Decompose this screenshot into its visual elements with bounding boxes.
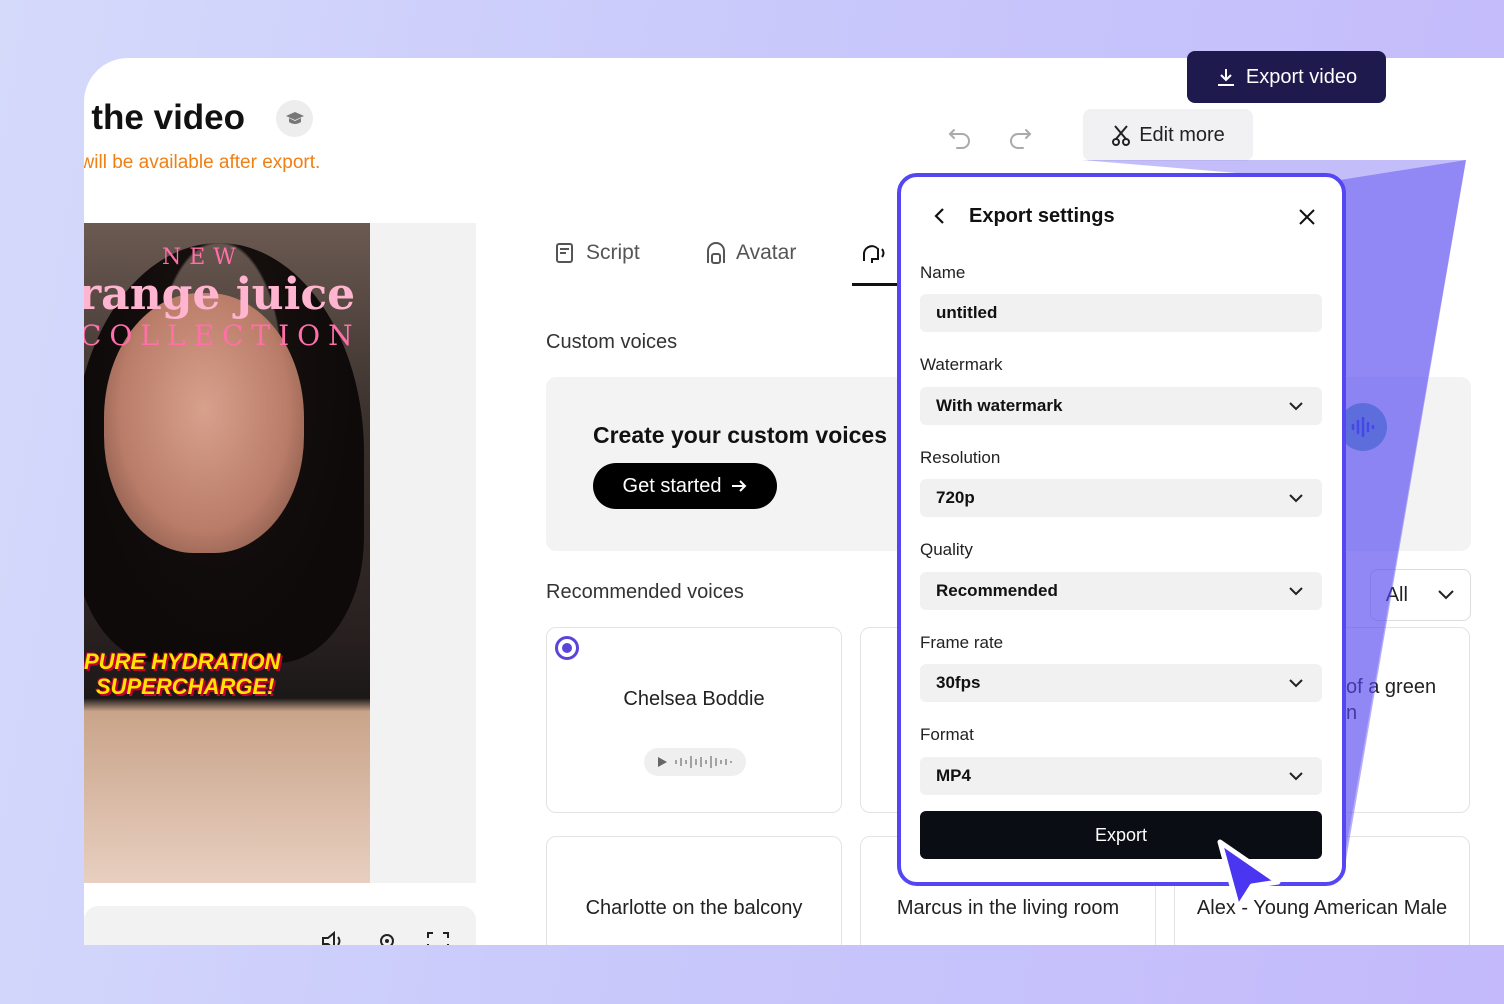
format-value: MP4 xyxy=(936,766,971,785)
graduation-cap-icon xyxy=(285,111,304,124)
get-started-label: Get started xyxy=(622,474,722,497)
video-caption-line1: PURE HYDRATION xyxy=(84,649,281,674)
waveform-icon xyxy=(675,756,732,768)
page-title: t the video xyxy=(84,98,246,137)
voice-preview-button[interactable] xyxy=(644,748,746,776)
active-tab-indicator xyxy=(852,283,902,286)
watermark-label: Watermark xyxy=(920,355,1003,374)
tutorial-button[interactable] xyxy=(276,100,313,137)
resolution-value: 720p xyxy=(936,488,975,507)
custom-voices-title: Create your custom voices xyxy=(593,422,888,448)
voice-name-partial: of a green xyxy=(1346,676,1437,698)
volume-icon[interactable] xyxy=(320,930,346,945)
name-value: untitled xyxy=(936,303,998,322)
export-video-label: Export video xyxy=(1245,65,1358,88)
tab-voice[interactable] xyxy=(860,241,896,265)
chevron-down-icon xyxy=(1289,494,1303,503)
chevron-down-icon xyxy=(1438,590,1455,600)
player-controls xyxy=(84,906,476,945)
resolution-select[interactable]: 720p xyxy=(920,479,1322,517)
play-icon xyxy=(658,757,667,767)
watermark-value: With watermark xyxy=(936,396,1063,415)
get-started-button[interactable]: Get started xyxy=(593,463,777,509)
export-button-label: Export xyxy=(1094,824,1148,845)
quality-value: Recommended xyxy=(936,581,1058,600)
tab-avatar[interactable]: Avatar xyxy=(704,241,796,265)
name-label: Name xyxy=(920,263,966,282)
voice-wave-badge xyxy=(1339,403,1387,451)
quality-label: Quality xyxy=(920,540,973,559)
mouse-pointer-icon xyxy=(1217,839,1281,910)
scissors-icon xyxy=(1112,125,1131,146)
back-chevron-icon[interactable] xyxy=(929,205,951,227)
custom-voices-heading: Custom voices xyxy=(546,331,678,353)
chevron-down-icon xyxy=(1289,402,1303,411)
edit-more-button[interactable]: Edit more xyxy=(1083,109,1253,161)
chevron-down-icon xyxy=(1289,587,1303,596)
voice-icon xyxy=(863,245,885,263)
chevron-down-icon xyxy=(1289,679,1303,688)
frame-rate-value: 30fps xyxy=(936,673,981,692)
video-overlay-title: range juice xyxy=(84,269,356,320)
quality-select[interactable]: Recommended xyxy=(920,572,1322,610)
frame-rate-label: Frame rate xyxy=(920,633,1004,652)
waveform-icon xyxy=(1351,417,1375,437)
voice-card[interactable]: Chelsea Boddie xyxy=(546,627,842,813)
script-icon xyxy=(556,243,573,263)
video-caption-line2: SUPERCHARGE! xyxy=(96,674,275,699)
voice-filter-select[interactable]: All xyxy=(1370,569,1471,621)
video-overlay-new: NEW xyxy=(162,245,244,270)
format-label: Format xyxy=(920,725,974,744)
voice-filter-value: All xyxy=(1385,583,1408,606)
video-preview[interactable]: NEW range juice COLLECTION PURE HYDRATIO… xyxy=(84,223,370,883)
frame-rate-select[interactable]: 30fps xyxy=(920,664,1322,702)
export-notice: : will be available after export. xyxy=(84,152,321,173)
voice-name: Marcus in the living room xyxy=(896,897,1120,919)
voice-card[interactable]: Charlotte on the balcony xyxy=(546,836,842,945)
export-video-button[interactable]: Export video xyxy=(1187,51,1386,103)
recommended-voices-heading: Recommended voices xyxy=(546,581,744,603)
name-input[interactable]: untitled xyxy=(920,294,1322,332)
download-icon xyxy=(1217,69,1234,86)
undo-icon[interactable] xyxy=(946,122,974,150)
redo-icon[interactable] xyxy=(1006,122,1034,150)
tab-script-label: Script xyxy=(586,241,640,264)
resolution-label: Resolution xyxy=(920,448,1001,467)
settings-icon[interactable] xyxy=(374,930,400,945)
export-settings-panel: Export settings Name untitled Watermark … xyxy=(897,173,1346,886)
voice-name: Chelsea Boddie xyxy=(623,688,765,710)
close-icon[interactable] xyxy=(1297,207,1317,227)
voice-name: Charlotte on the balcony xyxy=(585,897,803,919)
edit-more-label: Edit more xyxy=(1139,123,1225,146)
tab-script[interactable]: Script xyxy=(554,241,640,265)
watermark-select[interactable]: With watermark xyxy=(920,387,1322,425)
video-overlay-collection: COLLECTION xyxy=(84,319,361,352)
arrow-right-icon xyxy=(732,480,747,492)
fullscreen-icon[interactable] xyxy=(425,930,451,945)
voice-selected-radio[interactable] xyxy=(555,636,579,660)
format-select[interactable]: MP4 xyxy=(920,757,1322,795)
export-settings-title: Export settings xyxy=(969,205,1115,227)
voice-name-partial: n xyxy=(1346,702,1358,724)
chevron-down-icon xyxy=(1289,772,1303,781)
tab-avatar-label: Avatar xyxy=(736,241,797,264)
avatar-icon xyxy=(707,242,725,264)
